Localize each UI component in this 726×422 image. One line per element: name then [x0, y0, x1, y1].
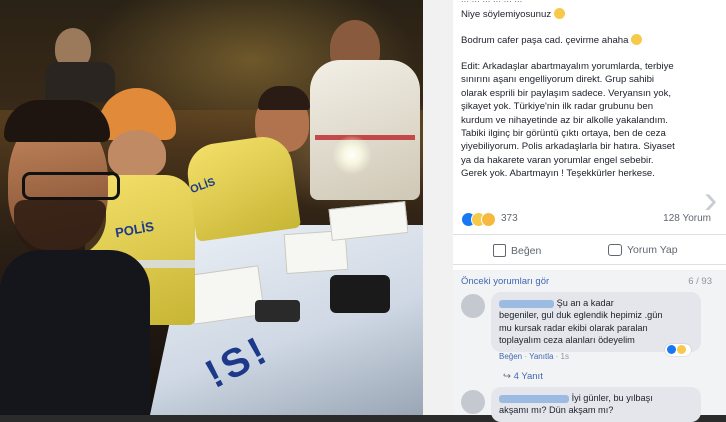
avatar[interactable] — [461, 294, 485, 318]
photo-device-2 — [255, 300, 300, 322]
photo-hair-center — [258, 86, 310, 110]
photo-body-bg — [45, 62, 115, 102]
comment-line-3: mu kursak radar ekibi olarak paralan — [499, 322, 648, 333]
thumbs-up-icon — [493, 244, 506, 257]
photo-person-hat — [108, 130, 166, 178]
post-line-2: Bodrum cafer paşa cad. çevirme ahaha — [461, 34, 711, 47]
replies-label: 4 Yanıt — [513, 371, 543, 382]
haha-icon — [677, 345, 686, 354]
replies-link[interactable]: ↪ 4 Yanıt — [503, 371, 543, 382]
post-edit-line: olarak esprili bir paylaşım sadece. Very… — [461, 87, 672, 99]
post-panel: ... ... ... ... ... ... Niye söylemiyosu… — [453, 0, 726, 422]
post-line-1-text: Niye söylemiyosunuz — [461, 9, 552, 20]
comments-section: Önceki yorumları gör 6 / 93 Şu an a kada… — [453, 270, 726, 422]
comment-time: 1s — [560, 352, 569, 361]
reply-arrow-icon: ↪ — [503, 371, 511, 382]
comment-reaction-badge — [665, 344, 691, 356]
post-edit-line: şikayet yok. Türkiye'nin ilk radar grubu… — [461, 101, 654, 113]
comment-bubble-2: İyi günler, bu yılbaşı akşamı mı? Dün ak… — [491, 387, 701, 422]
comment-like-link[interactable]: Beğen — [499, 352, 522, 361]
like-button-label: Beğen — [511, 244, 542, 257]
post-edit-line: Tabiki ilginç bir görüntü çıktı ortaya, … — [461, 128, 666, 140]
photo-selfie-body — [0, 250, 150, 415]
reactions-bar[interactable]: 373 128 Yorum — [461, 210, 711, 228]
comment-button[interactable]: Yorum Yap — [608, 244, 678, 256]
divider-top — [453, 234, 726, 235]
post-edit-line: Edit: Arkadaşlar abartmayalım yorumlarda… — [461, 61, 674, 72]
reactions-count[interactable]: 373 — [501, 213, 518, 224]
commenter-name-blurred[interactable] — [499, 394, 569, 403]
smile-emoji-icon-2 — [631, 34, 643, 45]
comment-line: Şu an a kadar — [499, 297, 693, 309]
comment-reply-link[interactable]: Yanıtla — [529, 352, 553, 361]
post-line-1: Niye söylemiyosunuz — [461, 8, 711, 21]
avatar[interactable] — [461, 390, 485, 414]
previous-comments-link[interactable]: Önceki yorumları gör — [461, 276, 549, 287]
post-edit-text: Edit: Arkadaşlar abartmayalım yorumlarda… — [461, 60, 711, 181]
post-edit-line: ya da hakarete varan yorumlar engel sebe… — [461, 154, 654, 166]
post-edit-line: yiyebiliyorum. Polis arkadaşlarla bir ha… — [461, 141, 675, 153]
like-icon — [667, 345, 676, 354]
next-chevron-icon[interactable]: › — [704, 180, 717, 220]
post-edit-line: sınırını aşanı engelliyorum direkt. Grup… — [461, 74, 655, 86]
like-button[interactable]: Beğen — [493, 244, 541, 257]
comment-bubble: Şu an a kadar begeniler, gul duk eglendi… — [491, 292, 701, 352]
commenter-name-blurred[interactable] — [499, 299, 554, 308]
screenshot-frame: POLİS OLİS !S! ... ... ... ... ... ... N… — [0, 0, 726, 422]
comment-line-1: Şu an a kadar — [556, 298, 614, 308]
post-photo[interactable]: POLİS OLİS !S! — [0, 0, 423, 415]
comment-button-label: Yorum Yap — [627, 244, 678, 256]
photo-flashlight-glow — [332, 135, 372, 175]
comments-counter: 6 / 93 — [688, 276, 712, 287]
post-edit-line: Gerek yok. Abartmayın ! Teşekkürler herk… — [461, 168, 655, 180]
comment2-line-1: İyi günler, bu yılbaşı — [571, 393, 653, 403]
photo-vest-right — [310, 60, 420, 200]
photo-paper-1 — [186, 265, 266, 325]
photo-selfie-hair — [4, 100, 110, 142]
post-line-2-text: Bodrum cafer paşa cad. çevirme ahaha — [461, 35, 629, 46]
comment-icon — [608, 244, 622, 256]
post-text-top-cut: ... ... ... ... ... ... — [461, 0, 522, 5]
photo-selfie-glasses — [22, 172, 120, 200]
smile-emoji-icon — [553, 8, 565, 19]
comment-line-2: begeniler, gul duk eglendik hepimiz .gün — [499, 310, 663, 321]
divider-bottom — [453, 264, 726, 265]
comment-meta: Beğen · Yanıtla · 1s — [499, 352, 569, 361]
gutter — [423, 0, 453, 415]
wow-icon — [481, 212, 496, 227]
post-edit-line: kurdum ve nihayetinde az bir alkolle yak… — [461, 114, 668, 126]
comment-line-4: toplayalım ceza alanları ödeyelim — [499, 335, 635, 346]
comment2-line: İyi günler, bu yılbaşı — [499, 392, 693, 404]
photo-device — [330, 275, 390, 313]
